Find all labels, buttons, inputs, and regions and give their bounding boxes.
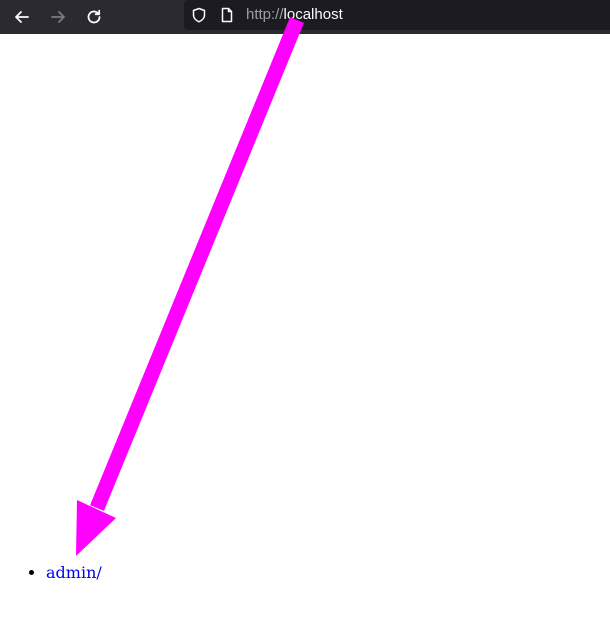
browser-toolbar: http://localhost [0, 0, 610, 34]
forward-button[interactable] [43, 2, 73, 32]
reload-icon [87, 9, 101, 24]
reload-button[interactable] [79, 2, 109, 32]
back-button[interactable] [7, 2, 37, 32]
shield-icon[interactable] [190, 6, 208, 24]
page-icon [218, 6, 236, 24]
page-content: admin/ [0, 34, 610, 626]
arrow-left-icon [15, 11, 29, 23]
url-scheme: http:// [246, 6, 284, 23]
arrow-right-icon [51, 11, 65, 23]
url-text[interactable]: http://localhost [246, 5, 343, 25]
directory-listing: admin/ [0, 561, 102, 585]
admin-link[interactable]: admin/ [46, 563, 102, 582]
list-item: admin/ [46, 561, 102, 585]
url-host: localhost [283, 6, 343, 23]
url-bar[interactable]: http://localhost [184, 0, 610, 30]
